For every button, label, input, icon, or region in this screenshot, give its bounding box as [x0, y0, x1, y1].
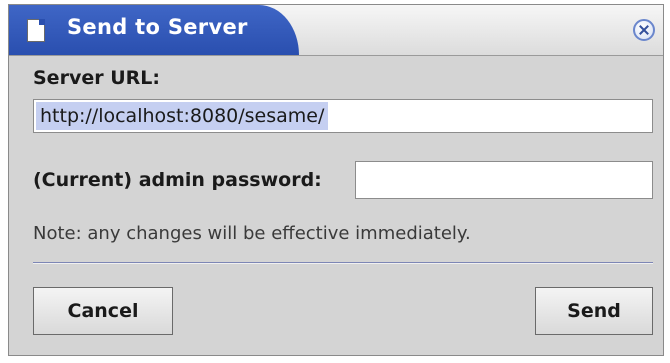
title-bar[interactable]: Send to Server	[9, 5, 663, 56]
send-to-server-dialog: Send to Server Server URL: http://localh…	[8, 4, 664, 356]
close-icon[interactable]	[633, 19, 655, 41]
server-url-label: Server URL:	[33, 67, 160, 89]
server-url-input[interactable]: http://localhost:8080/sesame/	[33, 99, 653, 133]
cancel-button[interactable]: Cancel	[33, 287, 173, 335]
send-button[interactable]: Send	[535, 287, 653, 335]
window-title: Send to Server	[67, 15, 248, 39]
admin-password-input[interactable]	[355, 161, 653, 199]
title-tab: Send to Server	[9, 5, 299, 55]
admin-password-label: (Current) admin password:	[33, 169, 322, 191]
note-text: Note: any changes will be effective imme…	[33, 223, 471, 244]
server-url-value: http://localhost:8080/sesame/	[36, 102, 329, 130]
document-icon	[27, 19, 45, 42]
divider	[33, 262, 653, 264]
